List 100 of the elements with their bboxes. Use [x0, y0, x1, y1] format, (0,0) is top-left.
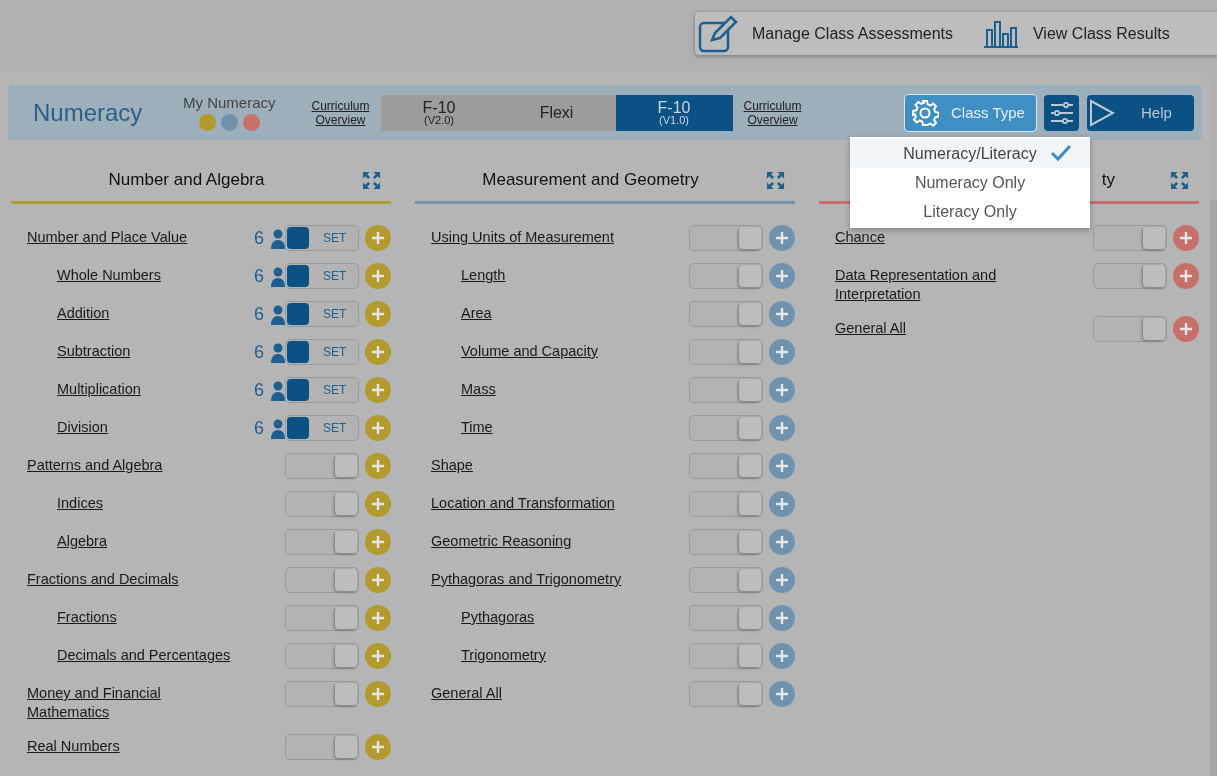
topic-link[interactable]: Shape — [431, 456, 473, 475]
add-button[interactable] — [769, 339, 795, 365]
topic-link[interactable]: Whole Numbers — [57, 266, 161, 285]
topic-link[interactable]: Division — [57, 418, 108, 437]
toggle-switch[interactable] — [285, 529, 359, 555]
topic-link[interactable]: Length — [461, 266, 506, 285]
topic-link[interactable]: Using Units of Measurement — [431, 228, 614, 247]
toggle-switch[interactable] — [689, 263, 763, 289]
add-button[interactable] — [769, 415, 795, 441]
toggle-switch[interactable] — [689, 567, 763, 593]
add-button[interactable] — [365, 491, 391, 517]
add-button[interactable] — [365, 734, 391, 760]
topic-link[interactable]: Addition — [57, 304, 110, 323]
filter-button[interactable] — [1044, 94, 1079, 131]
topic-link[interactable]: Subtraction — [57, 342, 131, 361]
topic-link[interactable]: Data Representation and Interpretation — [835, 266, 1070, 304]
topic-link[interactable]: Trigonometry — [461, 646, 546, 665]
version-tab[interactable]: F-10 (V2.0) — [380, 94, 498, 131]
add-button[interactable] — [1173, 316, 1199, 342]
topic-link[interactable]: Time — [461, 418, 493, 437]
expand-icon[interactable] — [1170, 170, 1189, 190]
toggle-switch[interactable] — [689, 225, 763, 251]
toggle-switch[interactable] — [689, 377, 763, 403]
toggle-switch[interactable] — [689, 339, 763, 365]
topic-link[interactable]: General All — [431, 684, 502, 703]
topic-link[interactable]: General All — [835, 319, 906, 338]
topic-link[interactable]: Chance — [835, 228, 885, 247]
add-button[interactable] — [1173, 225, 1199, 251]
add-button[interactable] — [365, 681, 391, 707]
toggle-switch[interactable] — [285, 605, 359, 631]
topic-link[interactable]: Number and Place Value — [27, 228, 188, 247]
topic-link[interactable]: Location and Transformation — [431, 494, 615, 513]
version-tab[interactable]: F-10 (V1.0) — [615, 94, 733, 131]
toggle-switch[interactable] — [285, 734, 359, 760]
toggle-switch[interactable] — [285, 567, 359, 593]
add-button[interactable] — [365, 529, 391, 555]
topic-link[interactable]: Real Numbers — [27, 737, 120, 756]
topic-link[interactable]: Fractions and Decimals — [27, 570, 179, 589]
expand-icon[interactable] — [766, 170, 785, 190]
toggle-switch[interactable] — [285, 681, 359, 707]
topic-link[interactable]: Pythagoras and Trigonometry — [431, 570, 622, 589]
toggle-switch[interactable] — [1093, 263, 1167, 289]
toolbar-button[interactable]: View Class Results — [983, 19, 1170, 48]
add-button[interactable] — [1173, 263, 1199, 289]
topic-link[interactable]: Pythagoras — [461, 608, 535, 627]
add-button[interactable] — [769, 377, 795, 403]
toggle-switch[interactable] — [689, 681, 763, 707]
toggle-switch[interactable] — [285, 453, 359, 479]
expand-icon[interactable] — [362, 170, 381, 190]
add-button[interactable] — [365, 339, 391, 365]
toggle-switch[interactable] — [689, 643, 763, 669]
add-button[interactable] — [365, 643, 391, 669]
toggle-switch[interactable] — [1093, 225, 1167, 251]
add-button[interactable] — [769, 453, 795, 479]
curriculum-link[interactable]: Curriculum Overview — [743, 98, 802, 127]
topic-link[interactable]: Fractions — [57, 608, 117, 627]
topic-link[interactable]: Area — [461, 304, 492, 323]
topic-link[interactable]: Multiplication — [57, 380, 141, 399]
add-button[interactable] — [365, 605, 391, 631]
menu-option[interactable]: Numeracy Only — [850, 168, 1090, 197]
toggle-switch[interactable] — [285, 491, 359, 517]
toggle-switch[interactable] — [689, 529, 763, 555]
topic-link[interactable]: Patterns and Algebra — [27, 456, 163, 475]
add-button[interactable] — [365, 301, 391, 327]
menu-option[interactable]: Numeracy/Literacy — [850, 139, 1090, 168]
toggle-switch[interactable] — [689, 453, 763, 479]
add-button[interactable] — [769, 643, 795, 669]
toggle-switch[interactable] — [1093, 316, 1167, 342]
topic-link[interactable]: Decimals and Percentages — [57, 646, 231, 665]
add-button[interactable] — [769, 681, 795, 707]
add-button[interactable] — [365, 263, 391, 289]
toggle-switch[interactable] — [689, 301, 763, 327]
add-button[interactable] — [365, 453, 391, 479]
toggle-switch[interactable] — [285, 643, 359, 669]
add-button[interactable] — [365, 377, 391, 403]
curriculum-link[interactable]: Curriculum Overview — [311, 98, 370, 127]
add-button[interactable] — [365, 567, 391, 593]
add-button[interactable] — [769, 529, 795, 555]
add-button[interactable] — [769, 567, 795, 593]
version-tab[interactable]: Flexi — [497, 94, 616, 131]
topic-link[interactable]: Volume and Capacity — [461, 342, 599, 361]
topic-link[interactable]: Geometric Reasoning — [431, 532, 572, 551]
toolbar-button[interactable]: Manage Class Assessments — [698, 14, 953, 53]
topic-link[interactable]: Money and Financial Mathematics — [27, 684, 217, 722]
add-button[interactable] — [769, 491, 795, 517]
add-button[interactable] — [769, 263, 795, 289]
topic-link[interactable]: Indices — [57, 494, 103, 513]
add-button[interactable] — [365, 415, 391, 441]
add-button[interactable] — [769, 605, 795, 631]
add-button[interactable] — [769, 301, 795, 327]
menu-option[interactable]: Literacy Only — [850, 197, 1090, 226]
toggle-switch[interactable] — [689, 491, 763, 517]
toggle-switch[interactable] — [689, 605, 763, 631]
help-button[interactable]: Help — [1087, 94, 1194, 131]
add-button[interactable] — [769, 225, 795, 251]
toggle-switch[interactable] — [689, 415, 763, 441]
topic-link[interactable]: Algebra — [57, 532, 107, 551]
topic-link[interactable]: Mass — [461, 380, 496, 399]
add-button[interactable] — [365, 225, 391, 251]
plus-icon — [372, 498, 384, 510]
